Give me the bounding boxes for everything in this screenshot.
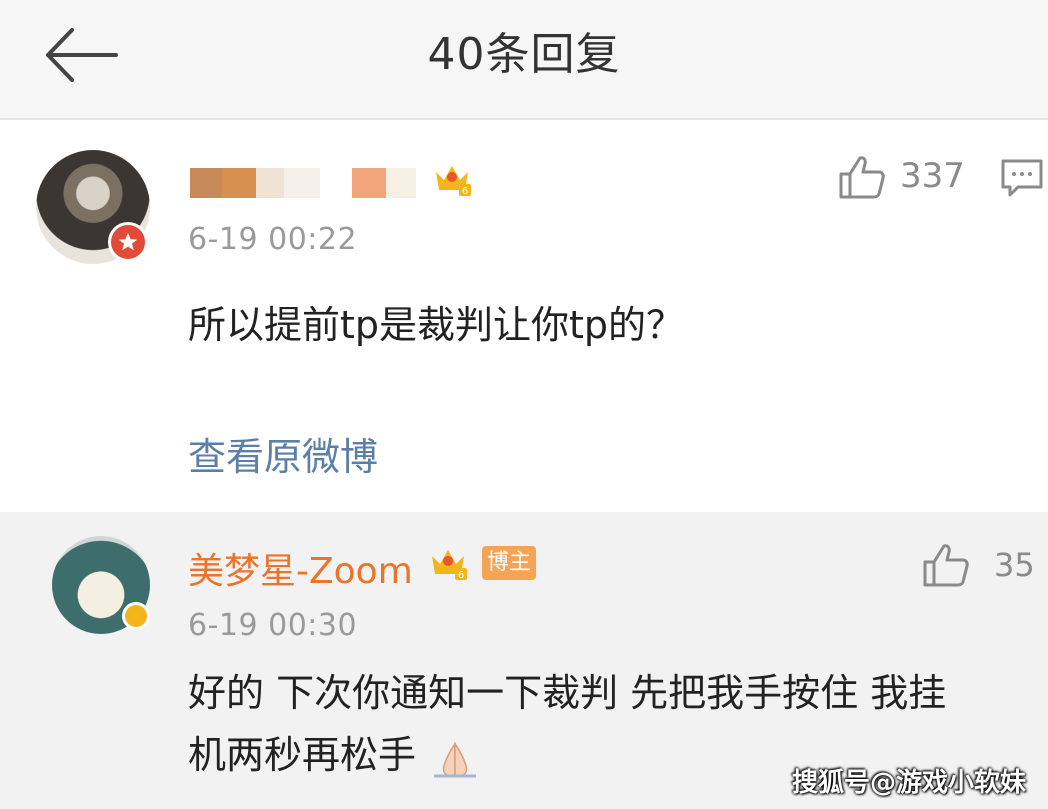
thumbs-up-icon[interactable] — [838, 154, 886, 200]
watermark: 搜狐号@游戏小软妹 — [791, 768, 1026, 798]
comment-text-line2: 机两秒再松手 — [188, 730, 478, 780]
main-comment: 6 6-19 00:22 所以提前tp是裁判让你tp的？ 查看原微博 337 — [0, 120, 1048, 512]
thumbs-up-icon[interactable] — [922, 542, 970, 588]
comment-text: 所以提前tp是裁判让你tp的？ — [188, 303, 685, 347]
star-badge-icon — [108, 222, 148, 262]
comment-bubble-icon[interactable] — [1000, 158, 1044, 198]
like-count: 35 — [994, 546, 1035, 584]
crown-level-icon: 6 — [436, 166, 471, 197]
like-count: 337 — [900, 156, 965, 196]
svg-text:6: 6 — [458, 570, 464, 581]
top-bar: 40条回复 — [0, 0, 1048, 120]
verified-badge-icon — [122, 602, 150, 630]
username-blurred[interactable] — [190, 168, 430, 198]
comment-text-line1: 好的 下次你通知一下裁判 先把我手按住 我挂 — [188, 671, 947, 715]
crown-level-icon: 6 — [432, 550, 467, 581]
comment-text-line2-text: 机两秒再松手 — [188, 733, 417, 777]
username[interactable]: 美梦星-Zoom — [188, 542, 413, 594]
praying-hands-icon — [434, 741, 477, 777]
svg-text:6: 6 — [462, 186, 468, 197]
comment-time: 6-19 00:30 — [188, 608, 358, 643]
comment-time: 6-19 00:22 — [188, 222, 358, 257]
view-original-link[interactable]: 查看原微博 — [188, 426, 378, 481]
comment-thread-screen: 40条回复 6 6-19 00:22 所以提前tp是裁判让你tp的？ 查看原微博 — [0, 0, 1048, 809]
blogger-badge: 博主 — [482, 546, 536, 580]
page-title: 40条回复 — [427, 29, 621, 80]
